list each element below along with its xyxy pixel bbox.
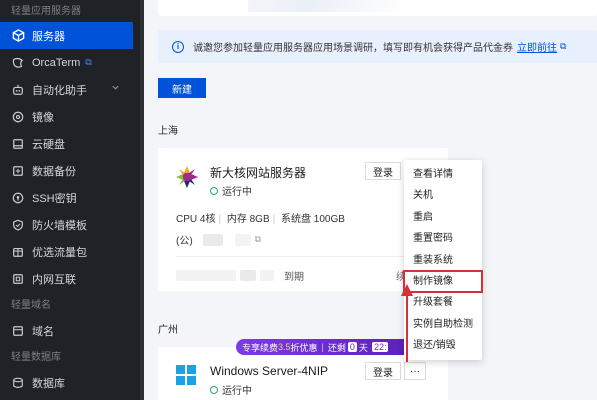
menu-item-shutdown[interactable]: 关机	[404, 185, 482, 206]
spec-memory: 内存 8GB	[226, 214, 270, 225]
sidebar-item-domain[interactable]: 域名	[0, 317, 140, 344]
notice-text: 诚邀您参加轻量应用服务器应用场景调研，填写即有机会获得产品代金券	[193, 43, 513, 54]
banner-decoration	[248, 0, 408, 12]
disc-icon	[11, 110, 25, 124]
new-instance-button[interactable]: 新建	[158, 78, 206, 98]
countdown-days: 0	[347, 342, 357, 352]
sidebar-item-automation[interactable]: 自动化助手	[0, 76, 140, 103]
sidebar-item-label: SSH密钥	[32, 192, 77, 205]
database-icon	[11, 376, 25, 390]
sidebar-item-intranet[interactable]: 内网互联	[0, 265, 140, 292]
sidebar-item-database[interactable]: 数据库	[0, 369, 140, 396]
menu-item-return-destroy[interactable]: 退还/销毁	[404, 335, 482, 356]
notice-link[interactable]: 立即前往	[517, 39, 557, 54]
menu-item-create-image[interactable]: 制作镜像	[403, 269, 483, 294]
menu-item-restart[interactable]: 重启	[404, 207, 482, 228]
redacted-ip	[202, 233, 223, 246]
more-actions-button[interactable]: ···	[404, 362, 426, 380]
sidebar: 轻量应用服务器 服务器 OrcaTerm ⧉ 自动化助手 镜像 云硬盘 数据备份…	[0, 0, 140, 400]
sidebar-item-label: 数据库	[32, 377, 65, 390]
windows-logo-icon	[176, 365, 196, 385]
sidebar-item-label: 数据备份	[32, 165, 76, 178]
server-name[interactable]: 新大核网站服务器	[210, 164, 306, 181]
network-icon	[11, 272, 25, 286]
status-badge: 运行中	[210, 382, 252, 397]
region-title: 上海	[158, 126, 178, 137]
main-content: i 诚邀您参加轻量应用服务器应用场景调研，填写即有机会获得产品代金券 立即前往 …	[144, 0, 597, 400]
menu-item-reset-password[interactable]: 重置密码	[404, 228, 482, 249]
sidebar-group-lighthouse: 轻量应用服务器	[11, 6, 81, 17]
sidebar-item-label: OrcaTerm	[32, 56, 81, 69]
spec-cpu: CPU 4核	[176, 214, 216, 225]
server-specs: CPU 4核 | 内存 8GB | 系统盘 100GB	[176, 214, 345, 225]
chevron-down-icon	[111, 83, 120, 95]
countdown-unit: 天	[358, 342, 368, 353]
countdown-label: 还剩	[327, 342, 346, 353]
sidebar-item-cloud-disk[interactable]: 云硬盘	[0, 130, 140, 157]
sidebar-item-traffic-package[interactable]: 优选流量包	[0, 238, 140, 265]
shield-icon	[11, 218, 25, 232]
redacted-date	[176, 270, 236, 281]
menu-item-view-details[interactable]: 查看详情	[404, 164, 482, 185]
robot-icon	[11, 83, 25, 97]
menu-item-self-check[interactable]: 实例自助检测	[404, 314, 482, 335]
login-button[interactable]: 登录	[365, 162, 401, 180]
login-button[interactable]: 登录	[365, 362, 401, 380]
sidebar-item-label: 内网互联	[32, 273, 76, 286]
more-actions-menu: 查看详情 关机 重启 重置密码 重装系统 制作镜像 升级套餐 实例自助检测 退还…	[403, 160, 483, 360]
external-link-icon: ⧉	[85, 57, 92, 67]
running-status-icon	[210, 186, 218, 195]
redacted-date	[240, 270, 256, 281]
top-banner	[158, 0, 597, 16]
spec-disk: 系统盘 100GB	[281, 214, 345, 225]
terminal-icon	[11, 56, 25, 70]
countdown-time: 22:	[371, 342, 389, 352]
sidebar-item-label: 云硬盘	[32, 138, 65, 151]
domain-icon	[11, 324, 25, 338]
sidebar-item-label: 自动化助手	[32, 84, 87, 97]
menu-item-reinstall[interactable]: 重装系统	[404, 250, 482, 271]
status-badge: 运行中	[210, 183, 252, 198]
sidebar-group-database: 轻量数据库	[11, 352, 61, 363]
server-name[interactable]: Windows Server-4NIP	[210, 364, 328, 378]
sidebar-item-label: 镜像	[32, 111, 54, 124]
copy-icon[interactable]: ⧉	[255, 234, 261, 245]
survey-notice: i 诚邀您参加轻量应用服务器应用场景调研，填写即有机会获得产品代金券 立即前往 …	[158, 30, 597, 63]
redacted-date	[260, 270, 274, 281]
sidebar-group-domain: 轻量域名	[11, 300, 51, 311]
sidebar-item-image[interactable]: 镜像	[0, 103, 140, 130]
renewal-promo-badge[interactable]: 专享续费 3.5 折优惠 | 还剩 0 天 22:	[236, 339, 412, 355]
sidebar-item-ssh-key[interactable]: SSH密钥	[0, 184, 140, 211]
status-text: 运行中	[222, 187, 252, 198]
ip-row: (公) ⧉	[176, 232, 261, 247]
backup-icon	[11, 164, 25, 178]
sidebar-item-firewall[interactable]: 防火墙模板	[0, 211, 140, 238]
promo-separator: |	[321, 342, 324, 352]
expire-label: 到期	[284, 272, 304, 283]
status-text: 运行中	[222, 386, 252, 397]
sidebar-item-label: 优选流量包	[32, 246, 87, 259]
sidebar-item-backup[interactable]: 数据备份	[0, 157, 140, 184]
sidebar-item-label: 域名	[32, 325, 54, 338]
menu-item-upgrade[interactable]: 升级套餐	[404, 292, 482, 313]
sidebar-item-label: 防火墙模板	[32, 219, 87, 232]
region-title: 广州	[158, 325, 178, 336]
redacted-ip	[234, 233, 251, 246]
running-status-icon	[210, 385, 218, 394]
sidebar-item-orcaterm[interactable]: OrcaTerm ⧉	[0, 49, 140, 76]
package-icon	[11, 245, 25, 259]
sidebar-item-server[interactable]: 服务器	[0, 22, 133, 49]
external-link-icon[interactable]: ⧉	[560, 41, 566, 52]
sidebar-item-label: 服务器	[32, 30, 65, 43]
key-icon	[11, 191, 25, 205]
info-icon: i	[172, 40, 184, 53]
promo-text: 专享续费	[242, 342, 279, 353]
disk-icon	[11, 137, 25, 151]
promo-text: 折优惠	[290, 342, 318, 353]
expiry-row: 到期	[176, 268, 304, 283]
ip-label: (公)	[176, 236, 193, 247]
promo-discount: 3.5	[278, 342, 291, 352]
centos-logo-icon	[176, 166, 198, 188]
cube-icon	[11, 29, 25, 43]
